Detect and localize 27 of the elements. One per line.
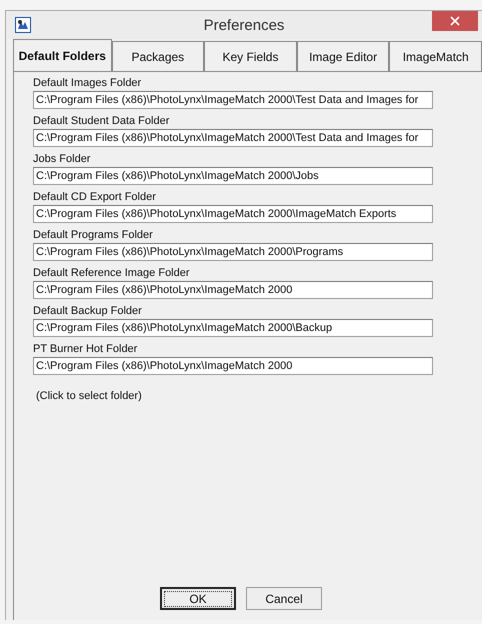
- field-label: Default CD Export Folder: [33, 190, 157, 205]
- tab[interactable]: ImageMatch: [389, 41, 482, 71]
- close-icon[interactable]: [432, 11, 478, 31]
- folder-field[interactable]: C:\Program Files (x86)\PhotoLynx\ImageMatch 2000\Test Data and Images for: [33, 129, 433, 147]
- field-label: PT Burner Hot Folder: [33, 342, 138, 357]
- field-label: Default Backup Folder: [33, 304, 143, 319]
- field-label: Default Images Folder: [33, 76, 142, 91]
- field-label: Jobs Folder: [33, 152, 92, 167]
- hint-text: (Click to select folder): [36, 390, 142, 402]
- field-label: Default Reference Image Folder: [33, 266, 191, 281]
- folder-field[interactable]: C:\Program Files (x86)\PhotoLynx\ImageMatch 2000\Backup: [33, 319, 433, 337]
- field-label: Default Student Data Folder: [33, 114, 170, 129]
- folder-field[interactable]: C:\Program Files (x86)\PhotoLynx\ImageMatch 2000: [33, 281, 433, 299]
- app-icon[interactable]: [15, 17, 31, 33]
- folder-field[interactable]: C:\Program Files (x86)\PhotoLynx\ImageMatch 2000\Jobs: [33, 167, 433, 185]
- folder-field[interactable]: C:\Program Files (x86)\PhotoLynx\ImageMatch 2000\Test Data and Images for: [33, 91, 433, 109]
- tab[interactable]: Default Folders: [13, 39, 112, 71]
- tab[interactable]: Packages: [112, 41, 204, 71]
- dialog-button[interactable]: Cancel: [246, 587, 322, 610]
- folder-field[interactable]: C:\Program Files (x86)\PhotoLynx\ImageMatch 2000\ImageMatch Exports: [33, 205, 433, 223]
- tab[interactable]: Key Fields: [204, 41, 297, 71]
- dialog-button[interactable]: OK: [160, 587, 236, 610]
- field-label: Default Programs Folder: [33, 228, 154, 243]
- window-title: Preferences: [202, 16, 286, 34]
- folder-field[interactable]: C:\Program Files (x86)\PhotoLynx\ImageMatch 2000\Programs: [33, 243, 433, 261]
- tab[interactable]: Image Editor: [296, 41, 390, 71]
- folder-field[interactable]: C:\Program Files (x86)\PhotoLynx\ImageMatch 2000: [33, 357, 433, 375]
